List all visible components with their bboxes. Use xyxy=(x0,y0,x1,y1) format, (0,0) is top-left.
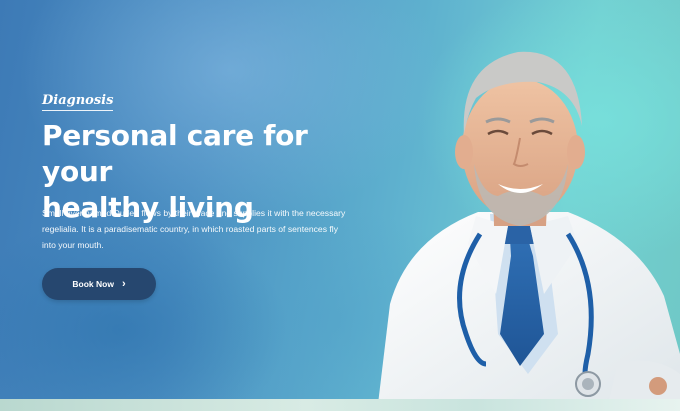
book-now-label: Book Now xyxy=(72,279,114,289)
bottom-strip xyxy=(0,399,680,411)
headline-line-1: Personal care for your xyxy=(42,119,308,188)
doctor-image xyxy=(378,51,680,404)
chevron-right-icon: › xyxy=(121,277,126,290)
hero-section: Diagnosis Personal care for your healthy… xyxy=(0,0,680,411)
book-now-button[interactable]: Book Now › xyxy=(42,268,156,300)
section-eyebrow-label: Diagnosis xyxy=(42,93,114,111)
hero-description: Small river named Duden flows by their p… xyxy=(42,208,346,250)
